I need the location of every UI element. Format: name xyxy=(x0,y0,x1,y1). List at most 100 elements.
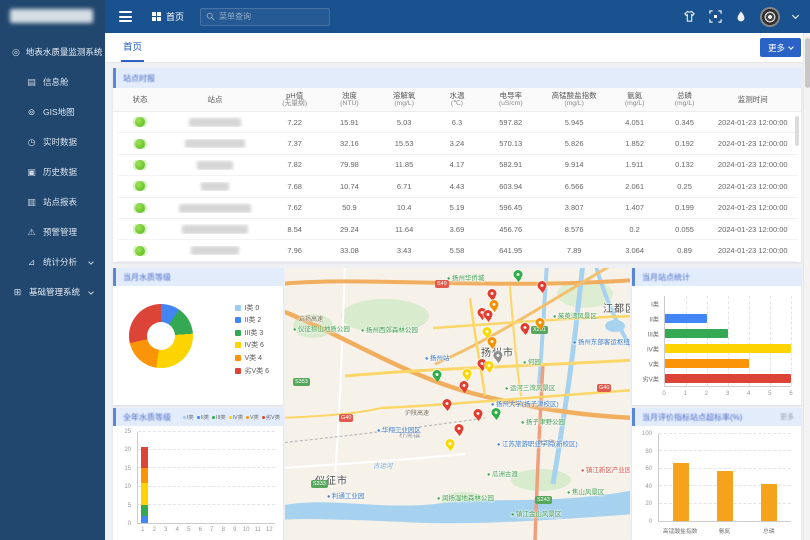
chevron-down-icon[interactable] xyxy=(792,12,799,19)
station-pin-orange[interactable] xyxy=(536,318,545,327)
flame-icon[interactable] xyxy=(735,10,747,23)
column-unit: (mg/L) xyxy=(376,100,432,108)
station-pin-yellow[interactable] xyxy=(483,327,492,336)
bar[interactable] xyxy=(665,314,707,323)
legend-item[interactable]: 劣V类 xyxy=(262,413,280,421)
menu-search-box[interactable] xyxy=(200,8,330,26)
station-pin-yellow[interactable] xyxy=(463,369,472,378)
legend-item[interactable]: II类 xyxy=(197,413,209,421)
bar[interactable] xyxy=(665,344,791,353)
station-hbar-labels: I类II类III类IV类V类劣V类 xyxy=(634,296,662,387)
station-pin-red[interactable] xyxy=(521,323,530,332)
table-row[interactable]: 8.5429.2411.643.69456.768.5760.20.055202… xyxy=(117,219,797,240)
search-input[interactable] xyxy=(219,12,324,21)
y-axis-tick: 0 xyxy=(649,519,652,525)
legend-item[interactable]: III类 3 xyxy=(235,328,269,338)
bar[interactable] xyxy=(665,329,728,338)
legend-item[interactable]: I类 xyxy=(183,413,194,421)
station-pin-green[interactable] xyxy=(433,370,442,379)
fullscreen-icon[interactable] xyxy=(709,10,722,23)
donut-hole xyxy=(147,322,175,350)
table-row[interactable]: 7.8279.9811.854.17582.919.9141.9110.1322… xyxy=(117,155,797,176)
station-pin-orange[interactable] xyxy=(490,300,499,309)
value-cell: 8.576 xyxy=(540,225,609,234)
value-cell: 50.9 xyxy=(323,203,377,212)
table-row[interactable]: 7.3732.1615.533.24570.135.8261.8520.1922… xyxy=(117,133,797,154)
legend-item[interactable]: V类 xyxy=(246,413,259,421)
legend-item[interactable]: II类 2 xyxy=(235,315,269,325)
value-cell: 2024-01-23 12:00:00 xyxy=(709,118,797,127)
bar[interactable] xyxy=(665,374,791,383)
value-cell: 8.54 xyxy=(267,225,323,234)
column-header: 氨氮(mg/L) xyxy=(609,91,661,109)
sidebar-section[interactable]: ◎地表水质量监测系统 xyxy=(0,37,105,67)
bar[interactable] xyxy=(717,471,733,521)
stacked-bar-month-1[interactable] xyxy=(141,432,148,523)
legend-item[interactable]: 劣V类 6 xyxy=(235,366,269,376)
theme-skin-icon[interactable] xyxy=(683,10,696,23)
value-cell: 0.055 xyxy=(661,225,709,234)
page-scrollbar[interactable] xyxy=(803,33,810,540)
panel-title: 全年水质等级 xyxy=(123,412,171,423)
legend-item[interactable]: III类 xyxy=(212,413,226,421)
hamburger-menu-icon[interactable] xyxy=(119,11,132,22)
sidebar-section[interactable]: ⊞基础管理系统 xyxy=(0,277,105,307)
value-cell: 2.061 xyxy=(609,182,661,191)
table-row[interactable]: 7.2215.915.036.3597.825.9454.0510.345202… xyxy=(117,112,797,133)
legend-item[interactable]: IV类 6 xyxy=(235,340,269,350)
station-pin-yellow[interactable] xyxy=(485,361,494,370)
bar[interactable] xyxy=(665,359,749,368)
value-cell: 7.96 xyxy=(267,246,323,255)
value-cell: 10.4 xyxy=(376,203,432,212)
table-row[interactable]: 7.9633.083.435.58641.957.893.0640.892024… xyxy=(117,240,797,261)
legend-item[interactable]: I类 0 xyxy=(235,303,269,313)
map-label-blue: 利通工业园 xyxy=(327,490,364,500)
station-pin-gray[interactable] xyxy=(494,351,503,360)
donut-chart[interactable] xyxy=(129,304,193,368)
table-row[interactable]: 7.6250.910.45.19596.453.8071.4070.199202… xyxy=(117,198,797,219)
value-cell: 7.82 xyxy=(267,160,323,169)
map-label-green: 运河三湾风景区 xyxy=(505,382,555,392)
legend-item[interactable]: V类 4 xyxy=(235,353,269,363)
tab-home[interactable]: 首页 xyxy=(121,33,144,62)
map-label-road: 启扬高速 xyxy=(299,314,323,323)
scrollbar-thumb[interactable] xyxy=(805,38,810,88)
station-pin-green[interactable] xyxy=(492,408,501,417)
x-axis-tick: 2 xyxy=(705,391,708,397)
legend-item[interactable]: IV类 xyxy=(229,413,243,421)
sidebar-item[interactable]: ▤信息舱 xyxy=(0,67,105,97)
station-pin-red[interactable] xyxy=(460,381,469,390)
user-avatar[interactable] xyxy=(760,7,780,27)
station-pin-red[interactable] xyxy=(538,281,547,290)
station-pin-red[interactable] xyxy=(484,310,493,319)
station-pin-green[interactable] xyxy=(514,270,523,279)
sidebar-item[interactable]: ◷实时数据 xyxy=(0,127,105,157)
search-icon xyxy=(206,12,215,21)
station-pin-red[interactable] xyxy=(443,399,452,408)
sidebar-item-label: 预警管理 xyxy=(43,226,77,238)
topbar-home-link[interactable]: 首页 xyxy=(152,10,184,23)
station-pin-orange[interactable] xyxy=(488,337,497,346)
table-scrollbar[interactable] xyxy=(795,116,799,146)
sidebar-item[interactable]: ▥站点报表 xyxy=(0,187,105,217)
value-cell: 2024-01-23 12:00:00 xyxy=(709,225,797,234)
sidebar-item[interactable]: ▣历史数据 xyxy=(0,157,105,187)
sidebar-item[interactable]: ⚠预警管理 xyxy=(0,217,105,247)
table-row[interactable]: 7.6810.746.714.43603.946.5662.0610.25202… xyxy=(117,176,797,197)
station-pin-red[interactable] xyxy=(455,424,464,433)
value-cell: 641.95 xyxy=(482,246,540,255)
bar[interactable] xyxy=(673,463,689,521)
station-pin-red[interactable] xyxy=(488,289,497,298)
station-pin-yellow[interactable] xyxy=(446,439,455,448)
more-button[interactable]: 更多 xyxy=(760,38,801,57)
bar-segment xyxy=(141,447,148,469)
gridline xyxy=(138,449,275,450)
sidebar-item[interactable]: ⊚GIS地图 xyxy=(0,97,105,127)
bar[interactable] xyxy=(761,484,777,521)
gis-map[interactable]: 扬州市仪征市江都区朴席镇沪陕高速启扬高速春江路古运河扬州华侨城仪征捺山地质公园扬… xyxy=(285,268,630,540)
status-dot-normal xyxy=(135,117,145,127)
sidebar-item[interactable]: ⊿统计分析 xyxy=(0,247,105,277)
road-badge: G40 xyxy=(597,384,611,392)
station-pin-red[interactable] xyxy=(474,409,483,418)
panel-more-link[interactable]: 更多 xyxy=(780,412,794,422)
